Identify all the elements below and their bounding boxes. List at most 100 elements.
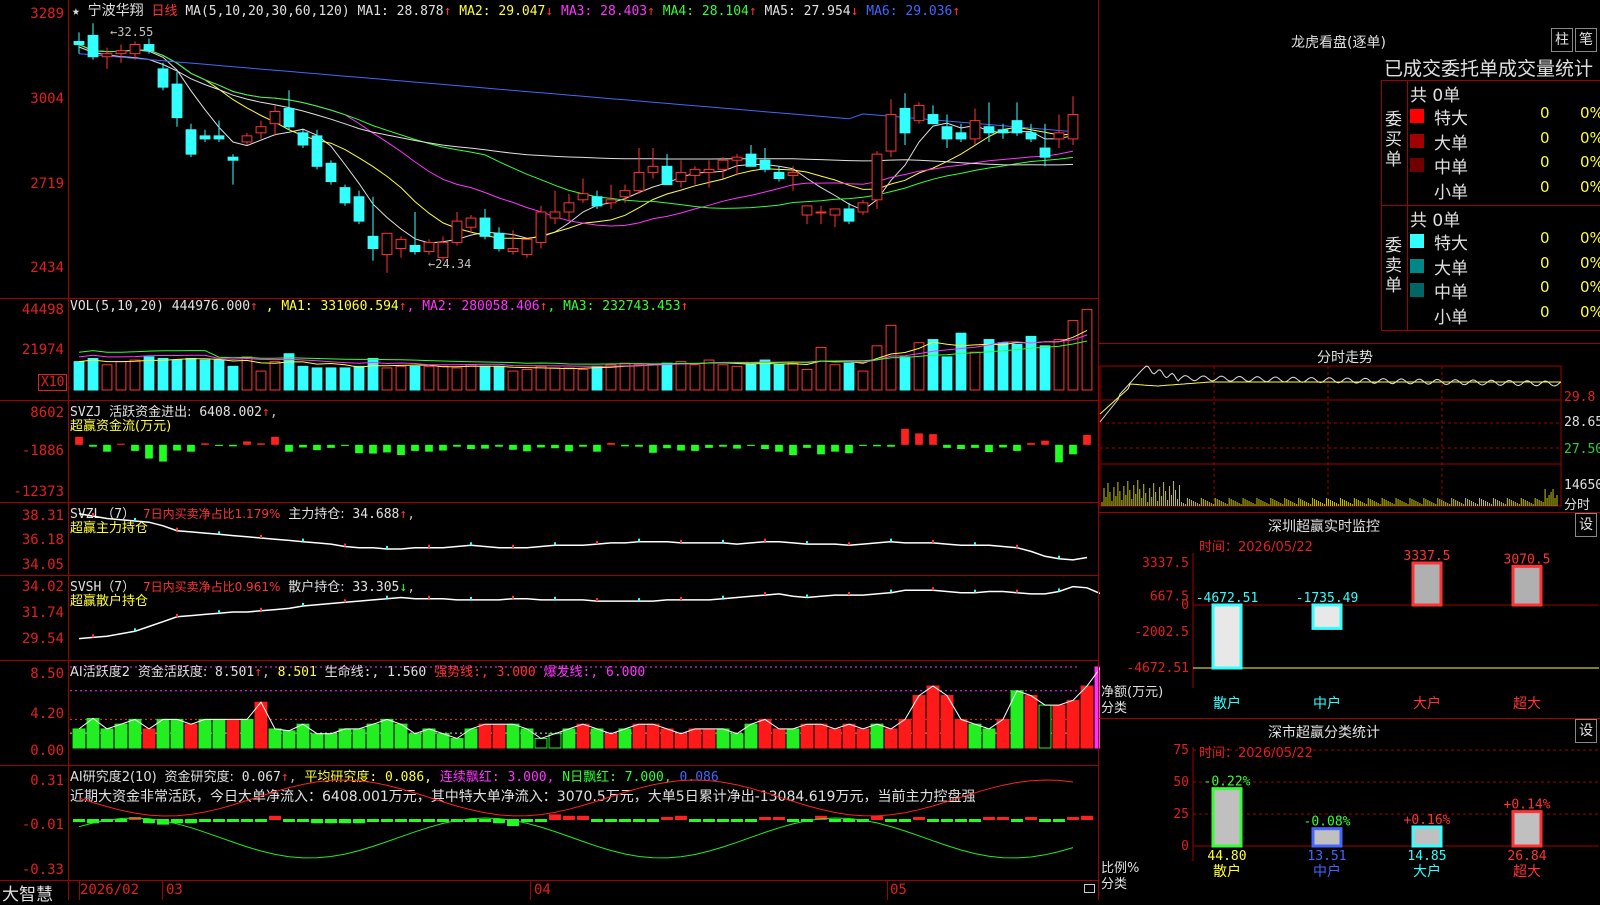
candle[interactable] (829, 208, 841, 228)
kline-panel[interactable]: ★ 宁波华翔 日线 MA(5,10,20,30,60,120) MA1: 28.… (0, 0, 1100, 298)
candle[interactable] (451, 211, 463, 246)
svzl-chart[interactable] (0, 502, 1100, 575)
candle[interactable] (87, 23, 99, 60)
candle[interactable] (227, 154, 239, 185)
bar-mode-button[interactable]: 柱 (1551, 28, 1573, 52)
monitor-bar[interactable] (1211, 603, 1243, 670)
candle[interactable] (927, 105, 939, 125)
vol-bar (1025, 335, 1037, 391)
candle[interactable] (801, 205, 813, 225)
candle[interactable] (185, 123, 197, 158)
candle[interactable] (605, 184, 617, 209)
candle[interactable] (563, 193, 575, 222)
vol-bar (969, 351, 981, 391)
candle[interactable] (941, 114, 953, 149)
candle[interactable] (353, 190, 365, 225)
candle[interactable] (241, 132, 253, 145)
svzj-bar (327, 444, 335, 448)
vol-bar (87, 357, 99, 391)
candle[interactable] (339, 184, 351, 206)
svzl-tick (344, 543, 346, 547)
candle[interactable] (899, 93, 911, 145)
candle[interactable] (759, 148, 771, 173)
candle[interactable] (773, 166, 785, 182)
tick-mode-button[interactable]: 笔 (1575, 28, 1597, 52)
classify-bar[interactable] (1411, 825, 1443, 848)
candle[interactable] (549, 190, 561, 225)
candle[interactable] (493, 227, 505, 252)
candle[interactable] (465, 215, 477, 234)
monitor-panel[interactable]: 深圳超赢实时监控 设 时间：2026/05/22 净额(万元) 分类 3337.… (1099, 513, 1600, 718)
candle[interactable] (647, 148, 659, 179)
candle[interactable] (395, 236, 407, 258)
monitor-bar[interactable] (1311, 603, 1343, 630)
candle[interactable] (969, 108, 981, 145)
candle[interactable] (689, 166, 701, 185)
candle[interactable] (857, 199, 869, 216)
candle[interactable] (745, 145, 757, 167)
candle[interactable] (871, 151, 883, 209)
monitor-chart[interactable]: 3337.5667.50-2002.5-4672.51-4672.51散户-17… (1099, 513, 1600, 718)
candle[interactable] (983, 102, 995, 142)
candle[interactable] (381, 232, 393, 273)
candle[interactable] (1011, 102, 1023, 136)
svzj-panel[interactable]: SVZJ 活跃资金进出: 6408.002↑, 超赢资金流(万元) 8602 -… (0, 400, 1100, 502)
candle[interactable] (675, 160, 687, 188)
ai-activity-panel[interactable]: AI活跃度2 资金活跃度: 8.501↑, 8.501 生命线:, 1.560 … (0, 660, 1100, 765)
svsh-chart[interactable] (0, 575, 1100, 660)
candle[interactable] (297, 129, 309, 149)
ai1-bar (982, 728, 996, 749)
svsh-panel[interactable]: SVSH（7） 7日内买卖净占比0.961% 散户持仓: 33.305↓, 超赢… (0, 575, 1100, 660)
fenshi-panel[interactable]: 分时走势 29.8 28.65 27.50 14650 分时 (1099, 344, 1600, 513)
candle[interactable] (367, 196, 379, 261)
classify-bar[interactable] (1211, 787, 1243, 848)
candle[interactable] (115, 44, 127, 63)
candle[interactable] (409, 211, 421, 255)
svzj-bar (341, 444, 349, 446)
classify-bar[interactable] (1511, 810, 1543, 848)
ai1-chart[interactable] (0, 660, 1100, 765)
candle[interactable] (1053, 114, 1065, 149)
monitor-bar[interactable] (1511, 564, 1543, 607)
candle[interactable] (1025, 123, 1037, 142)
candle[interactable] (157, 62, 169, 91)
candle[interactable] (325, 160, 337, 185)
candle[interactable] (577, 178, 589, 203)
candle[interactable] (73, 32, 85, 54)
candle[interactable] (535, 205, 547, 249)
candle[interactable] (101, 47, 113, 69)
monitor-bar[interactable] (1411, 561, 1443, 607)
candle[interactable] (199, 129, 211, 142)
ai2-bar (381, 819, 393, 822)
ai2-bar (367, 819, 379, 822)
lock-icon[interactable] (1084, 884, 1095, 893)
candle[interactable] (1067, 96, 1079, 145)
candle[interactable] (311, 129, 323, 170)
candle[interactable] (479, 208, 491, 240)
candle[interactable] (885, 99, 897, 158)
candle[interactable] (255, 120, 267, 139)
ai2-chart[interactable] (0, 765, 1100, 880)
candle[interactable] (717, 157, 729, 179)
candle[interactable] (283, 90, 295, 130)
svzl-tick (764, 538, 766, 542)
classify-panel[interactable]: 深市超赢分类统计 设 时间：2026/05/22 比例% 分类 75 50 25 0-… (1099, 719, 1600, 900)
candle[interactable] (731, 154, 743, 176)
kline-chart[interactable]: ←32.55 ←24.34 (0, 0, 1100, 298)
candle[interactable] (913, 102, 925, 124)
ai2-bar (353, 819, 365, 824)
candle[interactable] (269, 105, 281, 136)
ai-research-panel[interactable]: AI研究度2(10) 资金研究度: 0.067↑, 平均研究度: 0.086, … (0, 765, 1100, 880)
classify-bar[interactable] (1311, 827, 1343, 848)
vol-chart[interactable] (0, 298, 1100, 400)
candle[interactable] (171, 71, 183, 127)
candle[interactable] (521, 238, 533, 258)
svzl-panel[interactable]: SVZL（7） 7日内买卖净占比1.179% 主力持仓: 34.688↑, 超赢… (0, 502, 1100, 575)
vol-panel[interactable]: VOL(5,10,20) 444976.000↑ , MA1: 331060.5… (0, 298, 1100, 400)
candle[interactable] (815, 205, 827, 225)
candle[interactable] (591, 190, 603, 209)
svzj-chart[interactable] (0, 400, 1100, 502)
candle[interactable] (633, 148, 645, 194)
fenshi-chart[interactable] (1099, 344, 1600, 512)
classify-chart[interactable]: 75 50 25 0 -0.22% 44.80散户 -0.08% 13.51中户 +0.16% 1… (1099, 719, 1600, 900)
